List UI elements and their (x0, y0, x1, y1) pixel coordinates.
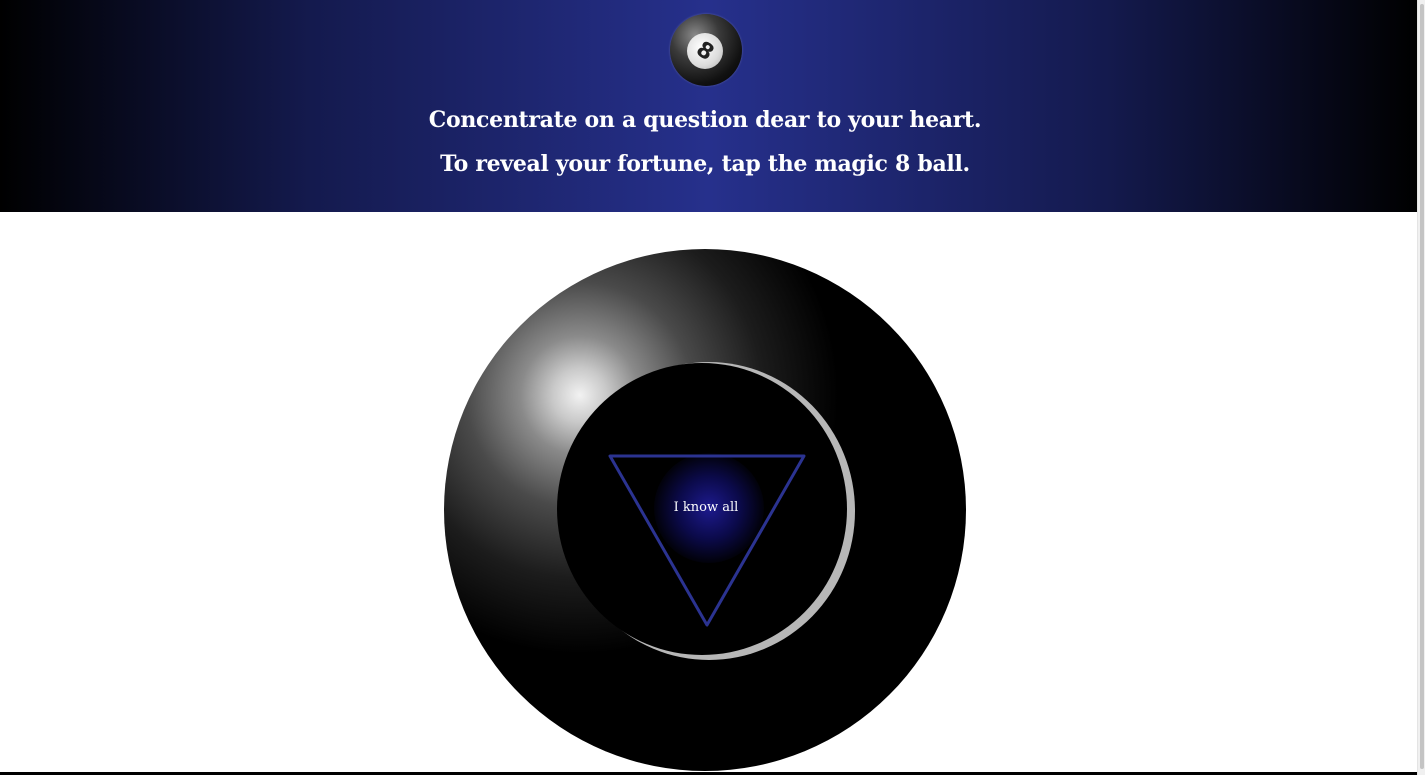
scrollbar-thumb[interactable] (1420, 4, 1424, 769)
header-banner: 8 Concentrate on a question dear to your… (0, 0, 1417, 212)
logo-eight-circle: 8 (687, 33, 723, 69)
vertical-scrollbar[interactable] (1417, 0, 1425, 775)
answer-text: I know all (673, 500, 739, 515)
page: 8 Concentrate on a question dear to your… (0, 0, 1425, 775)
logo-eight-glyph: 8 (691, 36, 719, 66)
instruction-line-1: Concentrate on a question dear to your h… (428, 107, 982, 133)
magic-8-ball-icon: 8 (670, 14, 742, 86)
instruction-line-2: To reveal your fortune, tap the magic 8 … (440, 151, 970, 177)
